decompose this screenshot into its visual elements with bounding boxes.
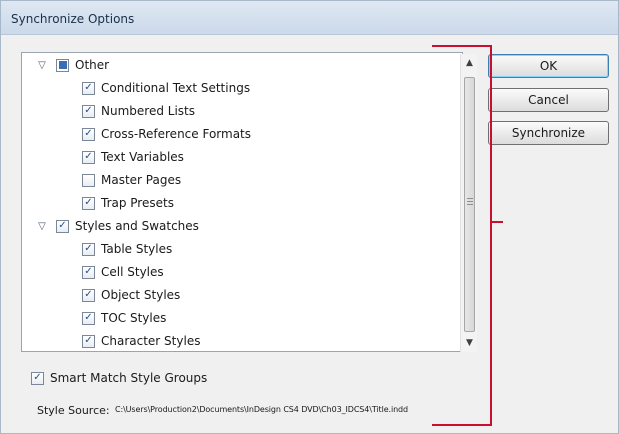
tree-item-trap-presets[interactable]: ✓ Trap Presets xyxy=(82,192,174,214)
tree-item-numbered-lists[interactable]: ✓ Numbered Lists xyxy=(82,100,195,122)
checkbox-conditional-text-settings[interactable]: ✓ xyxy=(82,81,95,95)
cancel-button[interactable]: Cancel xyxy=(488,88,609,112)
tree-group-other[interactable]: ▽ Other xyxy=(36,54,109,76)
checkbox-object-styles[interactable]: ✓ xyxy=(82,288,95,302)
scroll-down-icon[interactable]: ▼ xyxy=(461,334,478,352)
checkbox-master-pages[interactable] xyxy=(82,173,95,187)
checkbox-cell-styles[interactable]: ✓ xyxy=(82,265,95,279)
synchronize-button[interactable]: Synchronize xyxy=(488,121,609,145)
checkbox-numbered-lists[interactable]: ✓ xyxy=(82,104,95,118)
tree-item-label: TOC Styles xyxy=(101,311,167,325)
tree-item-label: Trap Presets xyxy=(101,196,174,210)
checkbox-cross-reference-formats[interactable]: ✓ xyxy=(82,127,95,141)
annotation-bracket-bottom xyxy=(432,424,492,426)
vertical-scrollbar[interactable]: ▲ ▼ xyxy=(460,54,477,352)
tree-item-cross-reference-formats[interactable]: ✓ Cross-Reference Formats xyxy=(82,123,251,145)
checkbox-character-styles[interactable]: ✓ xyxy=(82,334,95,348)
style-source-label: Style Source: xyxy=(37,404,110,417)
tree-item-text-variables[interactable]: ✓ Text Variables xyxy=(82,146,184,168)
tree-item-cell-styles[interactable]: ✓ Cell Styles xyxy=(82,261,164,283)
checkbox-other[interactable] xyxy=(56,58,69,72)
dialog-title: Synchronize Options xyxy=(11,12,135,26)
tree-item-label: Numbered Lists xyxy=(101,104,195,118)
tree-group-label: Styles and Swatches xyxy=(75,219,199,233)
annotation-bracket-vertical xyxy=(490,45,492,426)
expand-triangle-icon[interactable]: ▽ xyxy=(36,60,48,71)
scroll-grip-icon xyxy=(467,198,473,205)
checkbox-table-styles[interactable]: ✓ xyxy=(82,242,95,256)
tree-item-label: Object Styles xyxy=(101,288,181,302)
tree-item-toc-styles[interactable]: ✓ TOC Styles xyxy=(82,307,166,329)
sync-options-list[interactable]: ▽ Other ✓ Conditional Text Settings ✓ Nu… xyxy=(21,52,477,352)
tree-item-object-styles[interactable]: ✓ Object Styles xyxy=(82,284,180,306)
tree-item-label: Table Styles xyxy=(101,242,173,256)
checkbox-text-variables[interactable]: ✓ xyxy=(82,150,95,164)
tree-item-label: Conditional Text Settings xyxy=(101,81,251,95)
annotation-pointer xyxy=(490,221,503,223)
scroll-thumb[interactable] xyxy=(464,77,475,332)
smart-match-option[interactable]: ✓ Smart Match Style Groups xyxy=(31,371,207,385)
tree-item-character-styles[interactable]: ✓ Character Styles xyxy=(82,330,200,352)
tree-group-label: Other xyxy=(75,58,110,72)
style-source-path: C:\Users\Production2\Documents\InDesign … xyxy=(115,405,409,414)
tree-item-master-pages[interactable]: Master Pages xyxy=(82,169,181,191)
tree-item-label: Master Pages xyxy=(101,173,182,187)
tree-group-styles-and-swatches[interactable]: ▽ ✓ Styles and Swatches xyxy=(36,215,199,237)
annotation-bracket-top xyxy=(432,45,492,47)
checkbox-toc-styles[interactable]: ✓ xyxy=(82,311,95,325)
checkbox-trap-presets[interactable]: ✓ xyxy=(82,196,95,210)
tree-item-label: Text Variables xyxy=(101,150,184,164)
tree-item-table-styles[interactable]: ✓ Table Styles xyxy=(82,238,172,260)
tree-item-label: Cross-Reference Formats xyxy=(101,127,252,141)
scroll-up-icon[interactable]: ▲ xyxy=(461,54,478,72)
tree-item-label: Cell Styles xyxy=(101,265,164,279)
partial-check-icon xyxy=(58,61,67,69)
smart-match-label: Smart Match Style Groups xyxy=(50,371,208,385)
tree-item-label: Character Styles xyxy=(101,334,201,348)
title-bar[interactable]: Synchronize Options xyxy=(1,1,618,35)
checkbox-smart-match-style-groups[interactable]: ✓ xyxy=(31,371,44,385)
tree-item-conditional-text-settings[interactable]: ✓ Conditional Text Settings xyxy=(82,77,250,99)
checkbox-styles-and-swatches[interactable]: ✓ xyxy=(56,219,69,233)
ok-button[interactable]: OK xyxy=(488,54,609,78)
synchronize-options-dialog: Synchronize Options ▽ Other ✓ Conditiona… xyxy=(0,0,619,434)
expand-triangle-icon[interactable]: ▽ xyxy=(36,221,48,232)
